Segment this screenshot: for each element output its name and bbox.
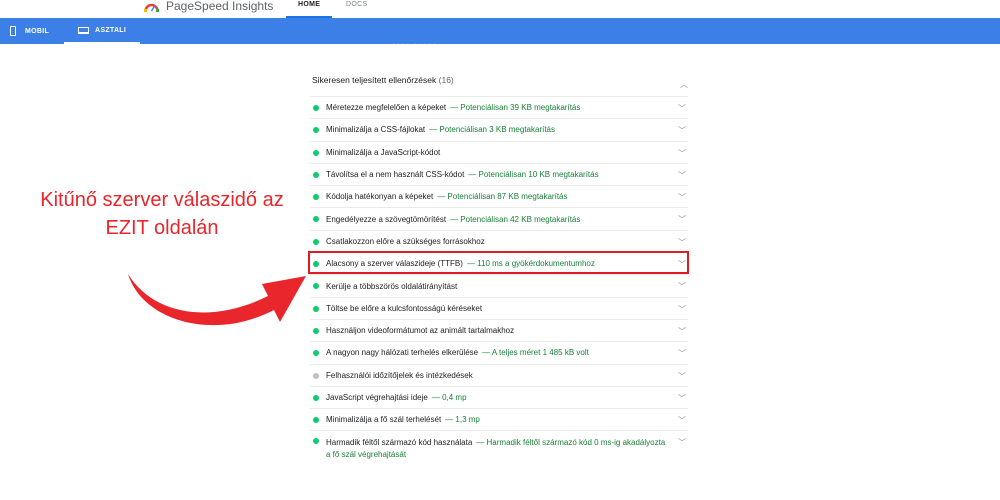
chevron-down-icon[interactable]: ﹀ — [678, 148, 686, 159]
clipped-content-above: · · · ·, · · · · · — [392, 40, 436, 45]
audit-row[interactable]: Kerülje a többszörös oldalátirányítást ﹀ — [310, 274, 688, 296]
passed-audits-header[interactable]: Sikeresen teljesített ellenőrzések (16) — [312, 75, 454, 85]
pass-status-icon — [313, 417, 319, 424]
audit-saving: — Potenciálisan 39 KB megtakarítás — [450, 103, 581, 113]
audit-label: Használjon videoformátumot az animált ta… — [326, 326, 515, 336]
chevron-down-icon[interactable]: ﹀ — [678, 214, 686, 225]
pass-status-icon — [313, 127, 319, 134]
nav-docs-link[interactable]: DOCS — [346, 1, 367, 8]
audit-row[interactable]: Csatlakozzon előre a szükséges forrásokh… — [310, 229, 688, 252]
annotation-text: Kitűnő szerver válaszidő az EZIT oldalán — [14, 186, 310, 242]
chevron-down-icon[interactable]: ﹀ — [678, 326, 686, 337]
section-title: Sikeresen teljesített ellenőrzések — [312, 75, 437, 85]
audit-saving: — A teljes méret 1 485 kB volt — [482, 348, 589, 358]
chevron-down-icon[interactable]: ﹀ — [678, 437, 686, 448]
audit-row[interactable]: JavaScript végrehajtási ideje — 0,4 mp ﹀ — [310, 385, 688, 408]
audit-row[interactable]: Kódolja hatékonyan a képeket — Potenciáli… — [310, 185, 688, 207]
section-count: (16) — [438, 75, 454, 85]
audit-row[interactable]: Töltse be előre a kulcsfontosságú kérése… — [310, 296, 688, 319]
pass-status-icon — [313, 105, 319, 111]
pass-status-icon — [313, 350, 319, 357]
annotation-line-2: EZIT oldalán — [105, 217, 219, 239]
chevron-down-icon[interactable]: ﹀ — [678, 125, 686, 136]
pass-status-icon — [313, 194, 319, 201]
nav-home-link[interactable]: HOME — [286, 0, 333, 18]
audit-label: A nagyon nagy hálózati terhelés elkerülé… — [326, 348, 479, 358]
app-title: PageSpeed Insights — [166, 0, 274, 13]
audit-label: Felhasználói időzítőjelek és intézkedése… — [326, 370, 473, 380]
tab-mobil[interactable]: MOBIL — [10, 18, 49, 44]
chevron-down-icon[interactable]: ﹀ — [678, 281, 686, 292]
info-status-icon — [313, 372, 319, 379]
audit-label: Minimalizálja a CSS-fájlokat — [326, 125, 426, 135]
audit-row[interactable]: Minimalizálja a JavaScript-kódot ﹀ — [310, 140, 688, 163]
pass-status-icon — [313, 216, 319, 223]
chevron-up-icon[interactable]: ︿ — [680, 79, 688, 90]
audit-label: Csatlakozzon előre a szükséges forrásokh… — [326, 236, 485, 246]
audit-label: Harmadik féltől származó kód használata — [326, 438, 473, 448]
audit-row[interactable]: Engedélyezze a szövegtömörítést — Potenci… — [310, 207, 688, 229]
audit-saving: — Potenciálisan 10 KB megtakarítás — [468, 170, 599, 180]
audit-saving: — Potenciálisan 3 KB megtakarítás — [429, 125, 555, 135]
pagespeed-logo-icon — [144, 3, 159, 12]
audit-row[interactable]: Harmadik féltől származó kód használata —… — [310, 430, 688, 464]
pass-status-icon — [313, 305, 319, 312]
audit-row[interactable]: Minimalizálja a fő szál terhelését — 1,3 … — [310, 408, 688, 430]
tab-mobil-label: MOBIL — [25, 27, 50, 35]
laptop-icon — [78, 26, 89, 34]
chevron-down-icon[interactable]: ﹀ — [678, 393, 686, 404]
chevron-down-icon[interactable]: ﹀ — [678, 304, 686, 315]
chevron-down-icon[interactable]: ﹀ — [678, 371, 686, 382]
audit-row[interactable]: Felhasználói időzítőjelek és intézkedése… — [310, 363, 688, 386]
tab-asztali[interactable]: ASZTALI — [64, 18, 141, 44]
audit-label: Töltse be előre a kulcsfontosságú kérése… — [326, 303, 483, 313]
audit-label: Minimalizálja a JavaScript-kódot — [326, 147, 441, 157]
audit-saving: — Potenciálisan 87 KB megtakarítás — [437, 192, 568, 202]
audit-saving: — Potenciálisan 42 KB megtakarítás — [450, 214, 581, 224]
audit-label: JavaScript végrehajtási ideje — [326, 393, 428, 402]
chevron-down-icon[interactable]: ﹀ — [678, 103, 686, 114]
audit-label: Kódolja hatékonyan a képeket — [326, 192, 434, 202]
tab-asztali-label: ASZTALI — [95, 26, 127, 34]
audit-row[interactable]: Távolítsa el a nem használt CSS-kódot — P… — [310, 162, 688, 185]
audit-row[interactable]: Minimalizálja a CSS-fájlokat — Potenciáli… — [310, 118, 688, 140]
audit-label: Kerülje a többszörös oldalátirányítást — [326, 281, 458, 291]
phone-icon — [10, 26, 16, 36]
chevron-down-icon[interactable]: ﹀ — [678, 192, 686, 203]
pass-status-icon — [313, 283, 319, 290]
chevron-down-icon[interactable]: ﹀ — [678, 170, 686, 181]
annotation-line-1: Kitűnő szerver válaszidő az — [40, 189, 284, 211]
audit-label: Távolítsa el a nem használt CSS-kódot — [326, 170, 465, 180]
audit-list: Méretezze megfelelően a képeket — Potenci… — [310, 96, 688, 464]
audit-row[interactable]: A nagyon nagy hálózati terhelés elkerülé… — [310, 341, 688, 363]
audit-label: Minimalizálja a fő szál terhelését — [326, 415, 442, 425]
highlight-box — [308, 251, 689, 274]
audit-row[interactable]: Méretezze megfelelően a képeket — Potenci… — [310, 96, 688, 118]
pass-status-icon — [313, 327, 319, 334]
audit-label: Méretezze megfelelően a képeket — [326, 103, 447, 113]
audit-row[interactable]: Használjon videoformátumot az animált ta… — [310, 318, 688, 341]
chevron-down-icon[interactable]: ﹀ — [678, 415, 686, 426]
pass-status-icon — [313, 394, 319, 401]
pass-status-icon — [313, 171, 319, 178]
curved-arrow-icon — [128, 274, 306, 326]
audit-label: Engedélyezze a szövegtömörítést — [326, 214, 447, 224]
chevron-down-icon[interactable]: ﹀ — [678, 237, 686, 248]
pass-status-icon — [313, 238, 319, 245]
audit-saving: — 0,4 mp — [431, 393, 467, 402]
pass-status-icon — [313, 149, 319, 156]
chevron-down-icon[interactable]: ﹀ — [678, 348, 686, 359]
top-app-bar: PageSpeed Insights HOME DOCS — [0, 0, 1000, 18]
pass-status-icon — [313, 438, 319, 445]
audit-saving: — 1,3 mp — [445, 415, 480, 425]
